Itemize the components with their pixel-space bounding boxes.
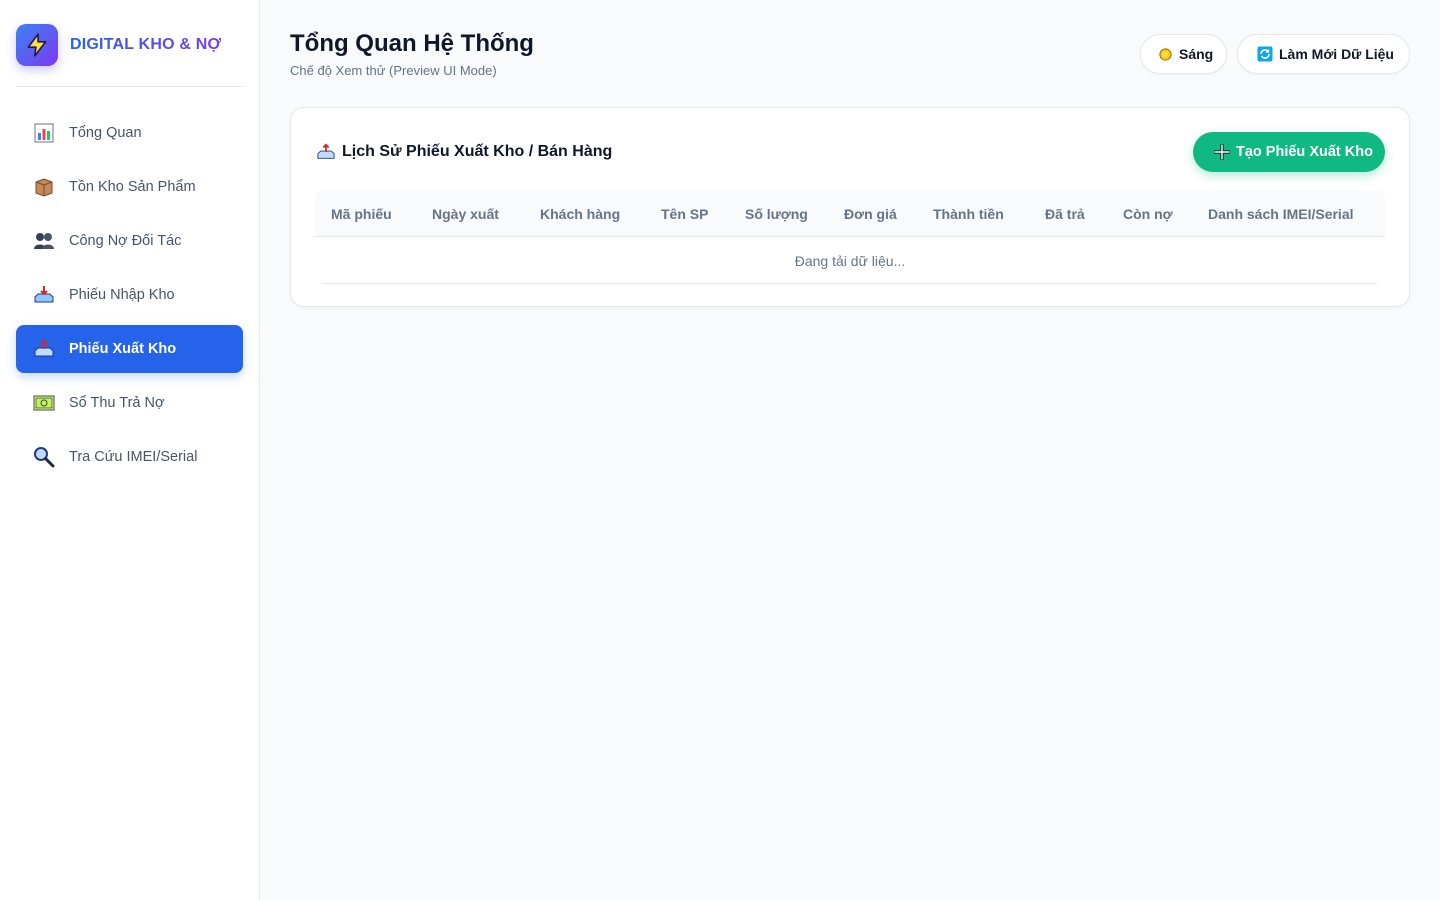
sidebar-item-label: Phiếu Xuất Kho [69,341,177,357]
column-header[interactable]: Tên SP [661,191,708,237]
sidebar-item-cong-no[interactable]: Công Nợ Đối Tác [16,217,243,265]
sidebar-item-label: Phiếu Nhập Kho [69,287,175,303]
theme-toggle-button[interactable]: Sáng [1140,34,1227,74]
sidebar: DIGITAL KHO & NỢ Tổng Quan Tồn Kho Sản P… [0,0,260,900]
table-loading-row: Đang tải dữ liệu... [323,238,1377,284]
page-subtitle: Chế độ Xem thử (Preview UI Mode) [290,63,497,78]
column-header[interactable]: Thành tiền [933,191,1004,237]
refresh-data-button[interactable]: Làm Mới Dữ Liệu [1237,34,1410,74]
column-header[interactable]: Số lượng [745,191,808,237]
sidebar-item-so-thu[interactable]: Sổ Thu Trả Nợ [16,379,243,427]
sidebar-item-tong-quan[interactable]: Tổng Quan [16,109,243,157]
people-icon [33,230,55,252]
brand-name: DIGITAL KHO & NỢ [70,36,222,53]
sidebar-item-label: Sổ Thu Trả Nợ [69,395,165,411]
column-header[interactable]: Khách hàng [540,191,620,237]
table-header: Mã phiếu Ngày xuất Khách hàng Tên SP Số … [315,191,1385,237]
refresh-data-label: Làm Mới Dữ Liệu [1279,46,1394,62]
column-header[interactable]: Danh sách IMEI/Serial [1208,191,1354,237]
magnifier-icon [33,446,55,468]
outbox-tray-icon [33,338,55,360]
create-export-label: Tạo Phiếu Xuất Kho [1236,144,1373,160]
sidebar-item-tra-cuu[interactable]: Tra Cứu IMEI/Serial [16,433,243,481]
create-export-button[interactable]: Tạo Phiếu Xuất Kho [1193,132,1385,172]
plus-icon [1213,143,1231,161]
sidebar-item-label: Tồn Kho Sản Phẩm [69,179,196,195]
lightning-icon [16,24,58,66]
column-header[interactable]: Còn nợ [1123,191,1173,237]
sidebar-item-label: Công Nợ Đối Tác [69,233,182,249]
inbox-tray-icon [33,284,55,306]
theme-toggle-label: Sáng [1179,46,1214,62]
column-header[interactable]: Đơn giá [844,191,897,237]
sidebar-item-phieu-xuat[interactable]: Phiếu Xuất Kho [16,325,243,373]
page-title: Tổng Quan Hệ Thống [290,30,534,57]
sun-icon [1158,47,1173,62]
sidebar-item-label: Tra Cứu IMEI/Serial [69,449,198,465]
bar-chart-icon [33,122,55,144]
column-header[interactable]: Ngày xuất [432,191,499,237]
sidebar-item-phieu-nhap[interactable]: Phiếu Nhập Kho [16,271,243,319]
brand[interactable]: DIGITAL KHO & NỢ [16,24,243,66]
sidebar-item-ton-kho[interactable]: Tồn Kho Sản Phẩm [16,163,243,211]
export-history-card: Lịch Sử Phiếu Xuất Kho / Bán Hàng Tạo Ph… [290,107,1410,307]
outbox-tray-icon [316,143,336,161]
brand-divider [16,86,243,87]
ledger-icon [33,392,55,414]
refresh-icon [1257,46,1273,62]
card-title-text: Lịch Sử Phiếu Xuất Kho / Bán Hàng [342,143,613,160]
sidebar-item-label: Tổng Quan [69,125,142,141]
card-title: Lịch Sử Phiếu Xuất Kho / Bán Hàng [316,143,612,161]
box-icon [33,176,55,198]
sidebar-nav: Tổng Quan Tồn Kho Sản Phẩm Công Nợ Đối T… [16,109,243,481]
column-header[interactable]: Đã trả [1045,191,1085,237]
column-header[interactable]: Mã phiếu [331,191,392,237]
